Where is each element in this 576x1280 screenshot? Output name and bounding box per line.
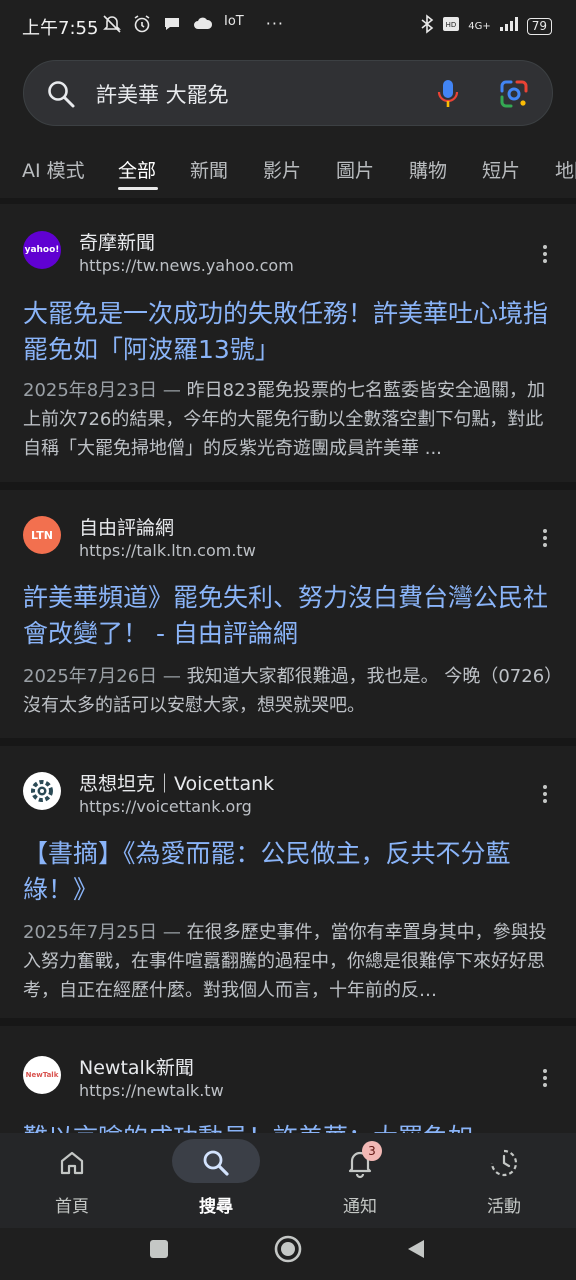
site-name[interactable]: 奇摩新聞 [79, 228, 155, 255]
chat-icon [162, 14, 182, 38]
more-vert-icon[interactable] [540, 784, 550, 804]
tab-all[interactable]: 全部 [118, 156, 156, 183]
home-button-icon[interactable] [273, 1234, 303, 1264]
search-icon [48, 81, 75, 108]
ltn-favicon: LTN [23, 516, 61, 554]
result-title-link[interactable]: 難以言喻的成功動員！許美華：大罷免如 [23, 1120, 548, 1133]
volte-icon: HD [442, 16, 460, 36]
search-bar[interactable]: 許美華 大罷免 [23, 60, 553, 126]
site-url[interactable]: https://newtalk.tw [79, 1081, 224, 1100]
more-notifications-icon: ··· [265, 14, 284, 33]
search-tabs: AI 模式 全部 新聞 影片 圖片 購物 短片 地圖 [0, 144, 576, 194]
site-name[interactable]: 思想坦克｜Voicettank [79, 769, 274, 796]
status-bar: 上午7:55 IoT ··· HD 4G+ 79 [0, 0, 576, 52]
tab-shopping[interactable]: 購物 [409, 156, 447, 183]
result-snippet: 2025年7月25日 — 在很多歷史事件，當你有幸置身其中，參與投入努力奮戰，在… [23, 922, 547, 1001]
result-title-link[interactable]: 【書摘】《為愛而罷：公民做主，反共不分藍綠！》 [23, 836, 548, 908]
newtalk-favicon: NewTalk [23, 1056, 61, 1094]
tab-shorts[interactable]: 短片 [482, 156, 520, 183]
alarm-icon [132, 14, 152, 38]
nav-activity[interactable]: 活動 [444, 1133, 564, 1228]
recent-apps-icon[interactable] [148, 1238, 170, 1260]
home-icon [60, 1151, 84, 1175]
result-date: 2025年8月23日 [23, 380, 158, 401]
site-url[interactable]: https://tw.news.yahoo.com [79, 256, 294, 275]
tab-images[interactable]: 圖片 [336, 156, 374, 183]
nav-search[interactable]: 搜尋 [156, 1133, 276, 1228]
result-title-link[interactable]: 大罷免是一次成功的失敗任務！許美華吐心境指罷免如「阿波羅13號」 [23, 296, 548, 368]
site-name[interactable]: 自由評論網 [79, 513, 174, 540]
nav-notifications[interactable]: 通知 [300, 1133, 420, 1228]
search-result: 思想坦克｜Voicettank https://voicettank.org 【… [0, 746, 576, 1018]
search-result: yahoo! 奇摩新聞 https://tw.news.yahoo.com 大罷… [0, 204, 576, 482]
search-input[interactable]: 許美華 大罷免 [96, 79, 229, 109]
network-type: 4G+ [468, 20, 491, 32]
site-name[interactable]: Newtalk新聞 [79, 1053, 194, 1080]
search-result: NewTalk Newtalk新聞 https://newtalk.tw 難以言… [0, 1026, 576, 1133]
result-snippet: 2025年7月26日 — 我知道大家都很難過，我也是。 今晚（0726）沒有太多… [23, 666, 554, 716]
more-vert-icon[interactable] [540, 1068, 550, 1088]
divider [0, 1018, 576, 1026]
signal-icon [499, 16, 519, 36]
tab-ai-mode[interactable]: AI 模式 [22, 156, 85, 183]
more-vert-icon[interactable] [540, 528, 550, 548]
result-date: 2025年7月25日 [23, 922, 158, 943]
notification-badge: 3 [362, 1141, 382, 1161]
tab-videos[interactable]: 影片 [263, 156, 301, 183]
result-date: 2025年7月26日 [23, 666, 158, 687]
voicettank-favicon [23, 772, 61, 810]
mute-icon [102, 14, 122, 38]
cloud-icon [192, 14, 214, 38]
yahoo-favicon: yahoo! [23, 231, 61, 269]
search-result: LTN 自由評論網 https://talk.ltn.com.tw 許美華頻道》… [0, 490, 576, 738]
tab-maps[interactable]: 地圖 [555, 156, 576, 183]
bottom-navigation: 首頁 搜尋 通知 3 活動 [0, 1133, 576, 1228]
microphone-icon[interactable] [434, 79, 462, 109]
google-lens-icon[interactable] [499, 79, 529, 109]
divider [0, 738, 576, 746]
back-icon[interactable] [404, 1237, 428, 1261]
more-vert-icon[interactable] [540, 244, 550, 264]
search-icon [203, 1150, 229, 1176]
battery-indicator: 79 [526, 17, 552, 35]
active-tab-indicator [118, 187, 158, 190]
status-time: 上午7:55 [22, 18, 99, 39]
nav-home[interactable]: 首頁 [12, 1133, 132, 1228]
result-title-link[interactable]: 許美華頻道》罷免失利、努力沒白費台灣公民社會改變了！ - 自由評論網 [23, 580, 548, 652]
divider [0, 482, 576, 490]
system-navigation-bar [0, 1228, 576, 1280]
site-url[interactable]: https://voicettank.org [79, 797, 252, 816]
result-snippet: 2025年8月23日 — 昨日823罷免投票的七名藍委皆安全過關，加上前次726… [23, 380, 545, 459]
iot-icon: IoT [224, 14, 244, 29]
bluetooth-icon [420, 14, 434, 38]
tab-news[interactable]: 新聞 [190, 156, 228, 183]
svg-text:HD: HD [446, 21, 457, 29]
site-url[interactable]: https://talk.ltn.com.tw [79, 541, 256, 560]
gear-logo-icon [31, 780, 53, 802]
activity-icon [490, 1149, 518, 1177]
